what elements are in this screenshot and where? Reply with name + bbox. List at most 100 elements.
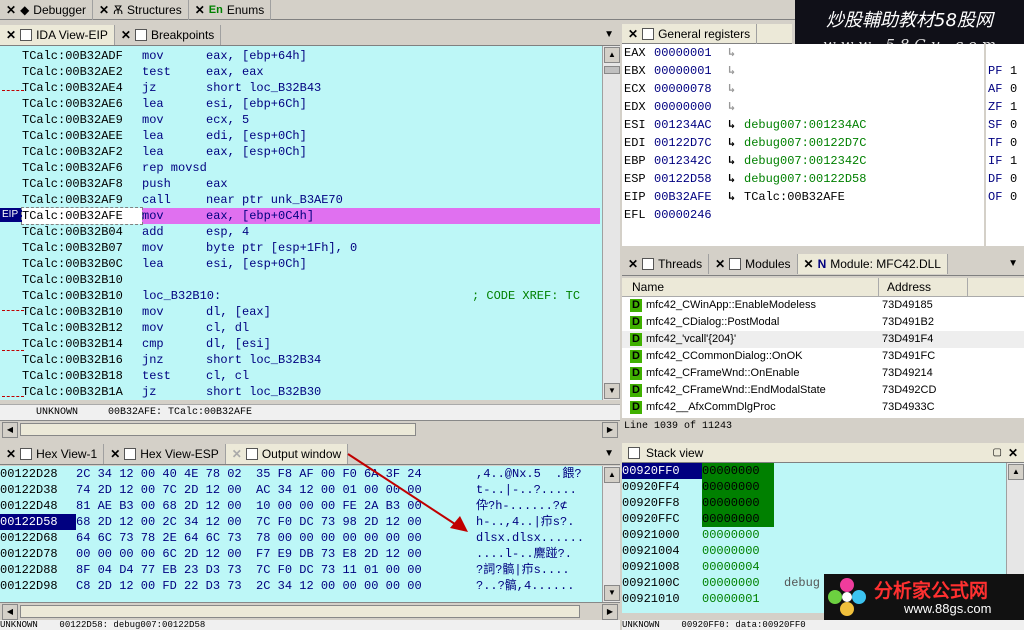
scroll-thumb[interactable]	[604, 66, 620, 74]
stack-row[interactable]: 00921008 00000004	[622, 559, 1006, 575]
disasm-line[interactable]: TCalc:00B32AFE mov eax, [ebp+0C4h]	[21, 207, 600, 225]
scroll-up-button[interactable]: ▲	[604, 467, 620, 483]
maximize-icon[interactable]: ▢	[992, 447, 1001, 458]
disasm-line[interactable]: TCalc:00B32ADF mov eax, [ebp+64h]	[22, 48, 600, 64]
scroll-up-button[interactable]: ▲	[1008, 464, 1024, 480]
module-row[interactable]: Dmfc42_CFrameWnd::OnEnable 73D49214	[622, 365, 1024, 382]
disasm-line[interactable]: TCalc:00B32AE2 test eax, eax	[22, 64, 600, 80]
tab-hex-view-1[interactable]: ✕ Hex View-1	[0, 443, 105, 464]
hex-view[interactable]: 00122D28 2C 34 12 00 40 4E 78 02 35 F8 AF…	[0, 466, 602, 602]
register-value[interactable]: 00000246	[654, 206, 728, 224]
disasm-line[interactable]: TCalc:00B32AE6 lea esi, [ebp+6Ch]	[22, 96, 600, 112]
disasm-line[interactable]: TCalc:00B32B12 mov cl, dl	[22, 320, 600, 336]
flag-row[interactable]: IF 1	[988, 152, 1024, 170]
tab-modules[interactable]: ✕ Modules	[709, 253, 798, 274]
register-value[interactable]: 00000078	[654, 80, 728, 98]
hscroll-thumb[interactable]	[20, 423, 416, 436]
tab-output-window[interactable]: ✕ Output window	[225, 443, 349, 464]
register-value[interactable]: 00122D7C	[654, 134, 728, 152]
register-row[interactable]: EBX 00000001 ↳	[624, 62, 984, 80]
hex-row[interactable]: 00122D98 C8 2D 12 00 FD 22 D3 73 2C 34 12…	[0, 578, 602, 594]
disasm-line[interactable]: TCalc:00B32B07 mov byte ptr [esp+1Fh], 0	[22, 240, 600, 256]
tab-threads[interactable]: ✕ Threads	[622, 253, 710, 274]
disasm-line[interactable]: TCalc:00B32AF8 push eax	[22, 176, 600, 192]
stack-row[interactable]: 00921004 00000000	[622, 543, 1006, 559]
scroll-down-button[interactable]: ▼	[604, 585, 620, 601]
hscroll-thumb[interactable]	[20, 605, 580, 618]
scroll-right-button[interactable]: ▶	[602, 604, 618, 620]
disasm-line[interactable]: TCalc:00B32B10 mov dl, [eax]	[22, 304, 600, 320]
hex-row[interactable]: 00122D48 81 AE B3 00 68 2D 12 00 10 00 00…	[0, 498, 602, 514]
close-icon[interactable]: ✕	[6, 28, 16, 42]
disasm-line[interactable]: TCalc:00B32AEE lea edi, [esp+0Ch]	[22, 128, 600, 144]
hex-row[interactable]: 00122D58 68 2D 12 00 2C 34 12 00 7C F0 DC…	[0, 514, 602, 530]
stack-row[interactable]: 00920FF0 00000000	[622, 463, 1006, 479]
register-row[interactable]: EDI 00122D7C ↳ debug007:00122D7C	[624, 134, 984, 152]
flag-row[interactable]: SF 0	[988, 116, 1024, 134]
dropdown-arrow-icon[interactable]: ▼	[1008, 258, 1018, 269]
disasm-line[interactable]: TCalc:00B32AF2 lea eax, [esp+0Ch]	[22, 144, 600, 160]
column-header-name[interactable]: Name	[622, 278, 879, 296]
flag-row[interactable]: AF 0	[988, 80, 1024, 98]
tab-breakpoints[interactable]: ✕ Breakpoints	[115, 24, 222, 45]
stack-row[interactable]: 00920FF8 00000000	[622, 495, 1006, 511]
scroll-down-button[interactable]: ▼	[604, 383, 620, 399]
register-row[interactable]: EFL 00000246	[624, 206, 984, 224]
disasm-line[interactable]: TCalc:00B32B0C lea esi, [esp+0Ch]	[22, 256, 600, 272]
register-value[interactable]: 00122D58	[654, 170, 728, 188]
disasm-line[interactable]: TCalc:00B32B10	[22, 272, 600, 288]
close-icon[interactable]: ✕	[628, 27, 638, 41]
scroll-right-button[interactable]: ▶	[602, 422, 618, 438]
disassembly-view[interactable]: EIP TCalc:00B32ADF mov eax, [ebp+64h] TCalc…	[0, 46, 602, 400]
register-value[interactable]: 00B32AFE	[654, 188, 728, 206]
tab-structures[interactable]: ✕ Ѫ Structures	[93, 0, 189, 20]
module-row[interactable]: Dmfc42_'vcall'{204}' 73D491F4	[622, 331, 1024, 348]
close-icon[interactable]: ✕	[110, 447, 120, 461]
register-row[interactable]: EBP 0012342C ↳ debug007:0012342C	[624, 152, 984, 170]
disasm-line[interactable]: TCalc:00B32B14 cmp dl, [esi]	[22, 336, 600, 352]
scroll-up-button[interactable]: ▲	[604, 47, 620, 63]
column-header-address[interactable]: Address	[879, 278, 968, 296]
scroll-left-button[interactable]: ◀	[2, 422, 18, 438]
hex-vscroll[interactable]: ▲ ▼	[602, 466, 620, 602]
hex-row[interactable]: 00122D38 74 2D 12 00 7C 2D 12 00 AC 34 12…	[0, 482, 602, 498]
close-icon[interactable]: ✕	[99, 3, 109, 17]
module-row[interactable]: Dmfc42_CDialog::PostModal 73D491B2	[622, 314, 1024, 331]
flag-row[interactable]: DF 0	[988, 170, 1024, 188]
tab-ida-view-eip[interactable]: ✕ IDA View-EIP	[0, 24, 115, 45]
disasm-line[interactable]: TCalc:00B32B10 loc_B32B10: ; CODE XREF: TC	[22, 288, 600, 304]
disasm-line[interactable]: TCalc:00B32AE9 mov ecx, 5	[22, 112, 600, 128]
close-icon[interactable]: ✕	[628, 257, 638, 271]
register-row[interactable]: EAX 00000001 ↳	[624, 44, 984, 62]
register-desc[interactable]: debug007:0012342C	[744, 154, 866, 168]
disasm-line[interactable]: TCalc:00B32B18 test cl, cl	[22, 368, 600, 384]
flag-row[interactable]: TF 0	[988, 134, 1024, 152]
register-row[interactable]: EIP 00B32AFE ↳ TCalc:00B32AFE	[624, 188, 984, 206]
register-desc[interactable]: debug007:00122D58	[744, 172, 866, 186]
disasm-line[interactable]: TCalc:00B32B1A jz short loc_B32B30	[22, 384, 600, 400]
register-row[interactable]: ESI 001234AC ↳ debug007:001234AC	[624, 116, 984, 134]
module-row[interactable]: Dmfc42_CWinApp::EnableModeless 73D49185	[622, 297, 1024, 314]
close-icon[interactable]: ✕	[232, 447, 242, 461]
hex-row[interactable]: 00122D28 2C 34 12 00 40 4E 78 02 35 F8 AF…	[0, 466, 602, 482]
close-icon[interactable]: ✕	[121, 28, 131, 42]
module-row[interactable]: Dmfc42_CFrameWnd::EndModalState 73D492CD	[622, 382, 1024, 399]
hex-row[interactable]: 00122D68 64 6C 73 78 2E 64 6C 73 78 00 00…	[0, 530, 602, 546]
disasm-line[interactable]: TCalc:00B32B16 jnz short loc_B32B34	[22, 352, 600, 368]
hex-row[interactable]: 00122D78 00 00 00 00 6C 2D 12 00 F7 E9 DB…	[0, 546, 602, 562]
close-icon[interactable]: ✕	[6, 447, 16, 461]
register-row[interactable]: ECX 00000078 ↳	[624, 80, 984, 98]
register-value[interactable]: 001234AC	[654, 116, 728, 134]
registers-tab[interactable]: ✕ General registers	[622, 23, 758, 44]
ida-hscroll-bar[interactable]: ◀ ▶	[0, 420, 620, 438]
register-desc[interactable]: debug007:001234AC	[744, 118, 866, 132]
disasm-vscroll[interactable]: ▲ ▼	[602, 46, 620, 400]
register-row[interactable]: EDX 00000000 ↳	[624, 98, 984, 116]
disasm-line[interactable]: TCalc:00B32AE4 jz short loc_B32B43	[22, 80, 600, 96]
register-row[interactable]: ESP 00122D58 ↳ debug007:00122D58	[624, 170, 984, 188]
stack-row[interactable]: 00920FFC 00000000	[622, 511, 1006, 527]
register-desc[interactable]: TCalc:00B32AFE	[744, 190, 845, 204]
flag-row[interactable]: OF 0	[988, 188, 1024, 206]
tab-hex-view-esp[interactable]: ✕ Hex View-ESP	[104, 443, 226, 464]
flag-row[interactable]: ZF 1	[988, 98, 1024, 116]
